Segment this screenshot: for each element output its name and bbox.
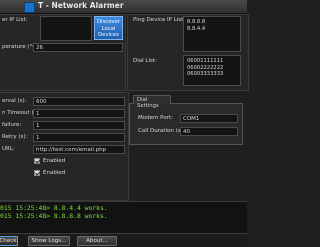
discover-local-devices-button[interactable]: Discover Local Devices (94, 16, 123, 40)
server-ip-list[interactable] (40, 16, 92, 41)
call-duration-input[interactable]: 40 (180, 127, 238, 136)
timeout-input[interactable]: 1 (33, 109, 125, 118)
temperature-input[interactable]: 26 (33, 43, 123, 52)
server-ip-label: er IP List: (2, 17, 28, 23)
check-button[interactable]: Check (0, 236, 18, 246)
title-bar: T - Network Alarmer (0, 0, 247, 14)
enabled-label-1: Enabled (43, 158, 66, 164)
dial-settings-panel (129, 103, 243, 145)
ping-device-ip-list[interactable]: 8.8.8.8 8.8.4.4 (183, 16, 241, 52)
log-output[interactable]: 015 15:25:48> 8.8.4.4 works. 015 15:25:4… (0, 201, 247, 234)
call-duration-label: Call Duration (s): (138, 128, 185, 134)
interval-label: erval (s): (2, 98, 27, 104)
show-logs-button[interactable]: Show Logs... (28, 236, 70, 246)
enabled-checkbox-1[interactable] (34, 158, 40, 164)
interval-input[interactable]: 600 (33, 97, 125, 106)
button-bar: Check Show Logs... About... (0, 235, 247, 247)
dial-list-label: Dial List: (133, 58, 157, 64)
failure-label: failure: (2, 122, 22, 128)
enabled-label-2: Enabled (43, 170, 66, 176)
log-line: 015 15:25:48> 8.8.4.4 works. (0, 204, 108, 212)
url-label: URL: (2, 146, 15, 152)
modem-port-input[interactable]: COM1 (180, 114, 238, 123)
retry-input[interactable]: 1 (33, 133, 125, 142)
log-line: 015 15:25:48> 8.8.8.8 works. (0, 212, 108, 220)
app-icon (24, 2, 35, 13)
ping-device-ip-label: Ping Device IP List: (133, 17, 186, 23)
window-title: T - Network Alarmer (38, 1, 124, 10)
tab-dial-settings[interactable]: Dial Settings (133, 95, 171, 109)
failure-input[interactable]: 1 (33, 121, 125, 130)
about-button[interactable]: About... (77, 236, 117, 246)
modem-port-label: Modem Port: (138, 115, 173, 121)
ping-ip-2: 8.8.4.4 (187, 25, 206, 32)
dial-number-3: 06003333333 (187, 71, 224, 77)
retry-label: Retry (s): (2, 134, 28, 140)
url-input[interactable]: http://test.com/email.php (33, 145, 125, 154)
enabled-checkbox-2[interactable] (34, 170, 40, 176)
dial-list[interactable]: 06001111111 06002222222 06003333333 (183, 55, 241, 86)
